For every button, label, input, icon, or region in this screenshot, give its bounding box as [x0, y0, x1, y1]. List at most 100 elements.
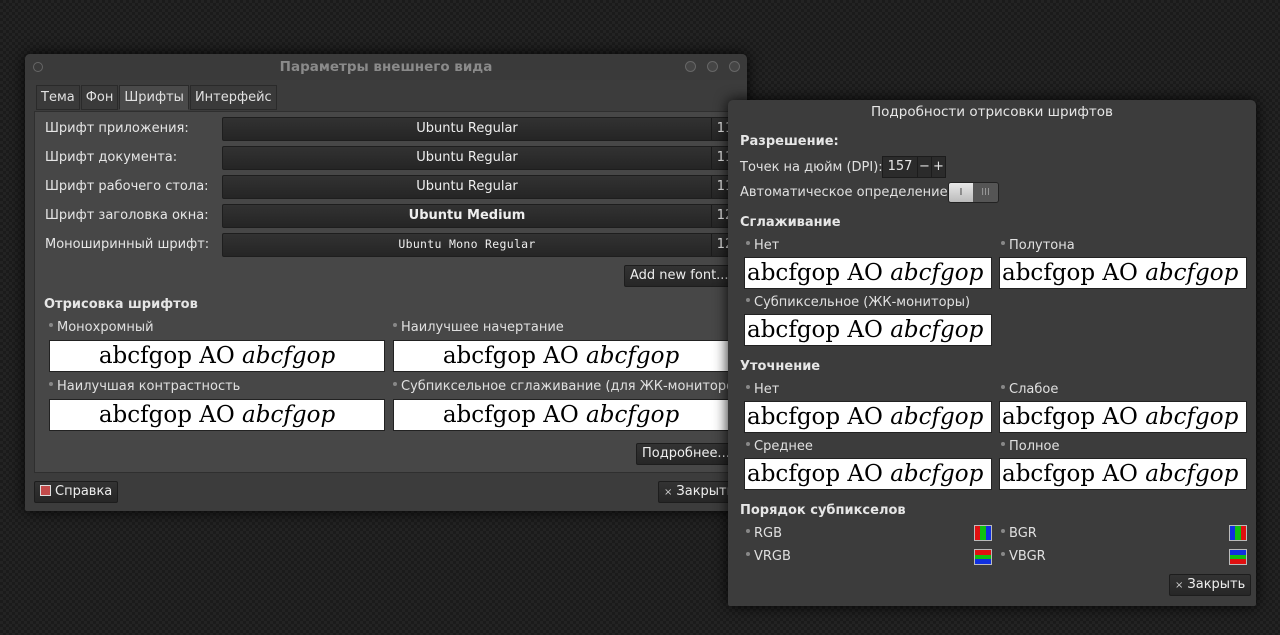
help-button[interactable]: Справка — [34, 481, 119, 503]
sample-regular-text: abcfgop AO — [442, 402, 587, 428]
help-icon — [40, 485, 51, 496]
sample-regular-text: abcfgop AO — [1002, 260, 1146, 286]
sample-best-shapes[interactable]: abcfgop AO abcfgop — [393, 340, 729, 372]
window-title-font-button[interactable]: Ubuntu Medium 12 — [222, 204, 739, 228]
radio-smoothing-none[interactable]: Нет — [746, 238, 779, 253]
font-row-label: Шрифт документа: — [45, 150, 178, 165]
dpi-input[interactable]: 157 — [882, 156, 918, 178]
sample-regular-text: abcfgop AO — [1002, 404, 1146, 430]
auto-detect-toggle[interactable]: I III — [948, 182, 999, 203]
sample-italic-text: abcfgop — [890, 461, 984, 487]
radio-hinting-none[interactable]: Нет — [746, 382, 779, 397]
tab-theme[interactable]: Тема — [36, 85, 80, 110]
sample-regular-text: abcfgop AO — [1002, 461, 1146, 487]
close-label: Закрыть — [1187, 577, 1246, 592]
sample-best-contrast[interactable]: abcfgop AO abcfgop — [49, 399, 385, 431]
sample-hinting-full[interactable]: abcfgop AO abcfgop — [999, 458, 1247, 490]
radio-indicator — [746, 384, 750, 389]
sample-smoothing-none[interactable]: abcfgop AO abcfgop — [744, 257, 992, 289]
font-name: Ubuntu Mono Regular — [398, 237, 536, 251]
radio-indicator — [746, 528, 750, 533]
radio-best-contrast[interactable]: Наилучшая контрастность — [49, 379, 240, 394]
font-row-desktop: Шрифт рабочего стола: Ubuntu Regular 11 — [45, 175, 739, 199]
font-name: Ubuntu Regular — [416, 179, 518, 194]
sample-hinting-none[interactable]: abcfgop AO abcfgop — [744, 401, 992, 433]
close-x-icon: × — [664, 487, 673, 498]
rendering-heading: Отрисовка шрифтов — [44, 297, 198, 312]
radio-indicator — [393, 322, 397, 327]
radio-label: Субпиксельное (ЖК-мониторы) — [754, 295, 971, 310]
radio-subpixel-vbgr[interactable]: VBGR — [1001, 549, 1046, 564]
auto-detect-label: Автоматическое определение: — [740, 185, 952, 200]
radio-label: BGR — [1009, 526, 1037, 541]
maximize-icon[interactable] — [707, 61, 718, 72]
radio-label: Субпиксельное сглаживание (для ЖК-монито… — [401, 379, 747, 394]
close-x-icon: × — [1175, 580, 1184, 591]
sample-smoothing-subpixel[interactable]: abcfgop AO abcfgop — [744, 314, 992, 346]
radio-label: Наилучшая контрастность — [57, 379, 241, 394]
document-font-button[interactable]: Ubuntu Regular 11 — [222, 146, 739, 170]
sample-regular-text: abcfgop AO — [747, 260, 891, 286]
dpi-increase-button[interactable]: + — [931, 156, 946, 178]
toggle-on-part: I — [949, 183, 973, 202]
radio-hinting-medium[interactable]: Среднее — [746, 439, 813, 454]
sample-italic-text: abcfgop — [586, 402, 680, 428]
window-title: Параметры внешнего вида — [279, 59, 493, 75]
radio-smoothing-grayscale[interactable]: Полутона — [1001, 238, 1075, 253]
rgb-subpixel-icon — [974, 525, 992, 541]
font-row-document: Шрифт документа: Ubuntu Regular 11 — [45, 146, 739, 170]
tab-background[interactable]: Фон — [80, 85, 119, 110]
radio-label: RGB — [754, 526, 783, 541]
radio-subpixel-bgr[interactable]: BGR — [1001, 526, 1037, 541]
radio-subpixel[interactable]: Субпиксельное сглаживание (для ЖК-монито… — [393, 379, 747, 394]
title-bar[interactable]: Параметры внешнего вида — [25, 54, 747, 80]
font-name: Ubuntu Regular — [416, 121, 518, 136]
close-icon[interactable] — [729, 61, 740, 72]
application-font-button[interactable]: Ubuntu Regular 11 — [222, 117, 739, 141]
sample-italic-text: abcfgop — [586, 343, 680, 369]
radio-indicator — [746, 551, 750, 556]
sample-regular-text: abcfgop AO — [747, 461, 891, 487]
tab-interface[interactable]: Интерфейс — [189, 85, 277, 110]
sample-smoothing-grayscale[interactable]: abcfgop AO abcfgop — [999, 257, 1247, 289]
radio-hinting-slight[interactable]: Слабое — [1001, 382, 1058, 397]
dpi-decrease-button[interactable]: − — [917, 156, 932, 178]
monospace-font-button[interactable]: Ubuntu Mono Regular 12 — [222, 233, 739, 257]
dpi-label: Точек на дюйм (DPI): — [740, 160, 883, 175]
radio-smoothing-subpixel[interactable]: Субпиксельное (ЖК-мониторы) — [746, 295, 970, 310]
smoothing-heading: Сглаживание — [740, 215, 841, 230]
radio-indicator — [746, 240, 750, 245]
sample-regular-text: abcfgop AO — [747, 404, 891, 430]
radio-label: Полное — [1009, 439, 1060, 454]
font-row-application: Шрифт приложения: Ubuntu Regular 11 — [45, 117, 739, 141]
radio-label: Нет — [754, 382, 780, 397]
add-new-font-button[interactable]: Add new font... — [624, 265, 735, 287]
radio-hinting-full[interactable]: Полное — [1001, 439, 1060, 454]
sample-hinting-slight[interactable]: abcfgop AO abcfgop — [999, 401, 1247, 433]
sample-italic-text: abcfgop — [890, 404, 984, 430]
sample-subpixel[interactable]: abcfgop AO abcfgop — [393, 399, 729, 431]
desktop-font-button[interactable]: Ubuntu Regular 11 — [222, 175, 739, 199]
radio-indicator — [746, 297, 750, 302]
radio-label: Среднее — [754, 439, 813, 454]
radio-indicator — [49, 381, 53, 386]
tab-fonts[interactable]: Шрифты — [119, 85, 189, 110]
radio-indicator — [746, 441, 750, 446]
details-button[interactable]: Подробнее... — [636, 443, 736, 465]
hinting-heading: Уточнение — [740, 359, 821, 374]
radio-label: Слабое — [1009, 382, 1059, 397]
sample-hinting-medium[interactable]: abcfgop AO abcfgop — [744, 458, 992, 490]
radio-indicator — [1001, 441, 1005, 446]
close-label: Закрыть — [676, 484, 735, 499]
resolution-heading: Разрешение: — [740, 134, 839, 149]
toggle-off-part: III — [973, 183, 998, 202]
minimize-icon[interactable] — [685, 61, 696, 72]
sample-italic-text: abcfgop — [890, 260, 984, 286]
radio-subpixel-rgb[interactable]: RGB — [746, 526, 782, 541]
radio-best-shapes[interactable]: Наилучшее начертание — [393, 320, 564, 335]
radio-monochrome[interactable]: Монохромный — [49, 320, 154, 335]
details-close-button[interactable]: × Закрыть — [1169, 574, 1252, 596]
sample-monochrome[interactable]: abcfgop AO abcfgop — [49, 340, 385, 372]
radio-subpixel-vrgb[interactable]: VRGB — [746, 549, 791, 564]
sample-italic-text: abcfgop — [1145, 260, 1239, 286]
